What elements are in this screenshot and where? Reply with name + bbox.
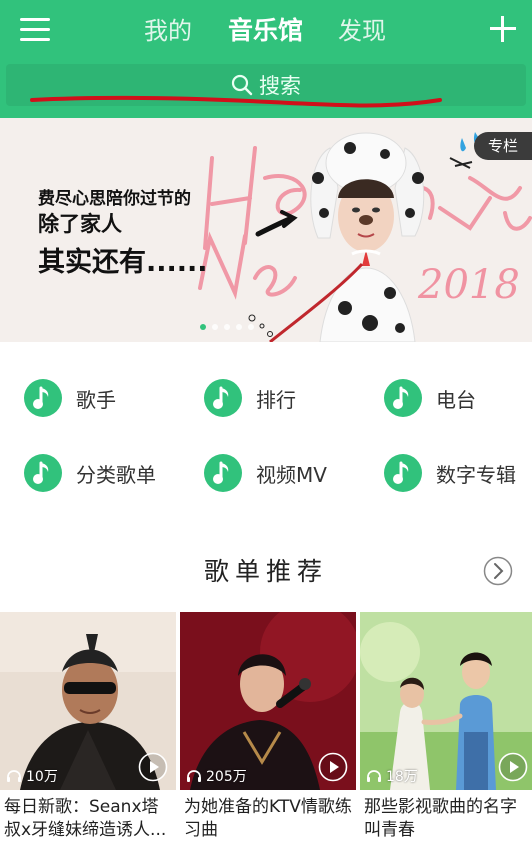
category-label: 排行: [256, 387, 296, 412]
music-note-icon: [384, 454, 422, 492]
plus-icon[interactable]: [488, 14, 518, 44]
playlist-card[interactable]: 18万 那些影视歌曲的名字叫青春: [360, 612, 532, 841]
red-annotation-underline: [30, 95, 442, 108]
playlist-card[interactable]: 10万 每日新歌：Seanx塔叔x牙缝妹缔造诱人...: [0, 612, 176, 841]
app-header: 我的 音乐馆 发现 搜索: [0, 0, 532, 118]
banner-line-3: 其实还有......: [38, 247, 208, 278]
play-count-value: 10万: [26, 769, 58, 785]
headphone-icon: [367, 770, 381, 782]
playlist-title: 每日新歌：Seanx塔叔x牙缝妹缔造诱人...: [4, 797, 167, 840]
chevron-right-icon[interactable]: [483, 556, 513, 586]
banner-line-2: 除了家人: [38, 212, 122, 236]
playlist-title: 为她准备的KTV情歌练习曲: [184, 797, 352, 840]
page-dot: [200, 324, 206, 330]
music-note-icon: [384, 379, 422, 417]
play-count: 18万: [366, 766, 418, 786]
play-icon[interactable]: [498, 752, 528, 782]
tab-discover[interactable]: 发现: [338, 12, 386, 50]
music-note-icon: [204, 454, 242, 492]
category-radio[interactable]: 电台: [384, 376, 476, 420]
menu-icon[interactable]: [20, 16, 52, 44]
category-grid: 歌手 排行 电台 分类歌单 视频MV 数字专辑: [0, 342, 532, 522]
top-bar: 我的 音乐馆 发现: [0, 0, 532, 62]
headphone-icon: [7, 770, 21, 782]
tab-mine[interactable]: 我的: [144, 12, 192, 50]
category-digital-album[interactable]: 数字专辑: [384, 451, 516, 495]
category-mv[interactable]: 视频MV: [204, 451, 327, 495]
play-count-value: 18万: [386, 769, 418, 785]
play-icon[interactable]: [318, 752, 348, 782]
category-singer[interactable]: 歌手: [24, 376, 116, 420]
promo-banner[interactable]: 2018 费尽心思陪你过节的 除了家人 其实还有...... 专栏: [0, 118, 532, 342]
music-note-icon: [24, 454, 62, 492]
play-icon[interactable]: [138, 752, 168, 782]
play-count: 205万: [186, 766, 247, 786]
page-dot: [248, 324, 254, 330]
music-note-icon: [204, 379, 242, 417]
svg-text:2018: 2018: [417, 262, 520, 308]
category-playlists[interactable]: 分类歌单: [24, 451, 156, 495]
banner-line-1: 费尽心思陪你过节的: [38, 189, 191, 209]
playlist-card[interactable]: 205万 为她准备的KTV情歌练习曲: [180, 612, 356, 841]
page-dot: [236, 324, 242, 330]
category-label: 电台: [436, 387, 476, 412]
category-chart[interactable]: 排行: [204, 376, 296, 420]
banner-pagination: [200, 324, 254, 330]
music-note-icon: [24, 379, 62, 417]
category-label: 歌手: [76, 387, 116, 412]
play-count-value: 205万: [206, 769, 247, 785]
playlist-cards: 10万 每日新歌：Seanx塔叔x牙缝妹缔造诱人... 205万 为她准备的KT…: [0, 612, 532, 841]
category-label: 视频MV: [256, 462, 327, 487]
playlist-title: 那些影视歌曲的名字叫青春: [364, 797, 517, 840]
headphone-icon: [187, 770, 201, 782]
column-badge[interactable]: 专栏: [474, 132, 532, 160]
page-dot: [224, 324, 230, 330]
play-count: 10万: [6, 766, 58, 786]
tab-music-hall[interactable]: 音乐馆: [228, 12, 303, 50]
section-title: 歌单推荐: [203, 557, 328, 586]
page-dot: [212, 324, 218, 330]
category-label: 分类歌单: [76, 462, 156, 487]
category-label: 数字专辑: [436, 462, 516, 487]
